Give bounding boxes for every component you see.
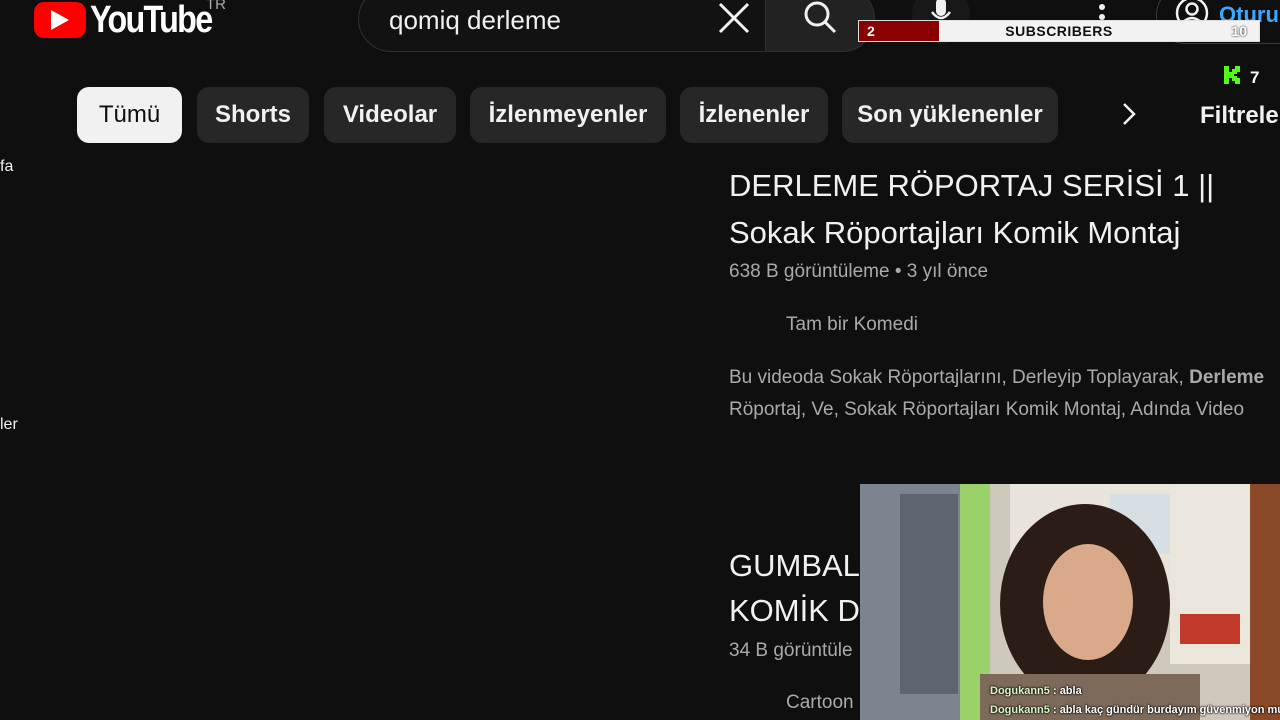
chevron-right-icon — [1122, 102, 1136, 131]
subscriber-goal-count: 10 — [1231, 23, 1247, 39]
kick-logo-icon — [1224, 66, 1242, 89]
chip-shorts[interactable]: Shorts — [197, 87, 309, 143]
chat-message: Dogukann5 : abla kaç gündür burdayım güv… — [990, 704, 1280, 716]
close-icon[interactable] — [717, 1, 751, 40]
chat-username: Dogukann5 — [990, 685, 1050, 697]
view-count: 638 B görüntüleme — [729, 261, 890, 282]
view-count: 34 B görüntüle — [729, 640, 853, 661]
video-title-line2[interactable]: Sokak Röportajları Komik Montaj — [729, 209, 1180, 256]
youtube-logo[interactable]: YouTube — [34, 0, 233, 41]
search-query[interactable]: qomiq derleme — [389, 5, 561, 36]
filters-button[interactable]: Filtreler — [1200, 102, 1280, 130]
kick-viewer-count: 7 — [1250, 67, 1260, 87]
desc-text: Bu videoda Sokak Röportajlarını, Derleyi… — [729, 367, 1190, 388]
chips-next-button[interactable] — [1100, 87, 1158, 145]
youtube-play-icon — [34, 2, 86, 38]
desc-text-line2: Röportaj, Ve, Sokak Röportajları Komik M… — [729, 399, 1245, 420]
subscriber-goal-bar: SUBSCRIBERS 2 10 — [858, 20, 1260, 42]
channel-name[interactable]: Tam bir Komedi — [786, 314, 918, 336]
video-description: Bu videoda Sokak Röportajlarını, Derleyi… — [729, 362, 1264, 426]
video-title[interactable]: GUMBALL — [729, 542, 877, 589]
channel-name[interactable]: Cartoon — [786, 692, 854, 714]
region-code: TR — [206, 0, 226, 13]
chip-watched[interactable]: İzlenenler — [680, 87, 828, 143]
sidebar-item-fragment[interactable]: ler — [0, 416, 18, 434]
chat-message: Dogukann5 : abla — [990, 685, 1082, 697]
kick-viewer-counter: 7 — [1224, 66, 1259, 89]
subscriber-goal-label: SUBSCRIBERS — [1005, 23, 1113, 39]
video-title-line2[interactable]: KOMİK De — [729, 587, 877, 634]
meta-separator: • — [894, 261, 907, 282]
video-title[interactable]: DERLEME RÖPORTAJ SERİSİ 1 || — [729, 162, 1214, 209]
chip-unwatched[interactable]: İzlenmeyenler — [470, 87, 666, 143]
upload-age: 3 yıl önce — [906, 261, 989, 282]
logo-text: YouTube — [90, 0, 213, 41]
chat-text: : abla — [1052, 685, 1082, 697]
chat-text: : abla kaç gündür burdayım güvenmiyon mu — [1052, 704, 1280, 716]
chip-videos[interactable]: Videolar — [324, 87, 456, 143]
sidebar-item-fragment[interactable]: fa — [0, 158, 13, 176]
search-input[interactable]: qomiq derleme — [358, 0, 765, 52]
search-icon — [802, 0, 838, 40]
chat-username: Dogukann5 — [990, 704, 1050, 716]
video-metadata: 638 B görüntüleme • 3 yıl önce — [729, 261, 988, 283]
subscriber-current-count: 2 — [867, 23, 875, 39]
chip-all[interactable]: Tümü — [77, 87, 182, 143]
desc-highlight: Derleme — [1189, 367, 1265, 388]
chip-recently-uploaded[interactable]: Son yüklenenler — [842, 87, 1058, 143]
